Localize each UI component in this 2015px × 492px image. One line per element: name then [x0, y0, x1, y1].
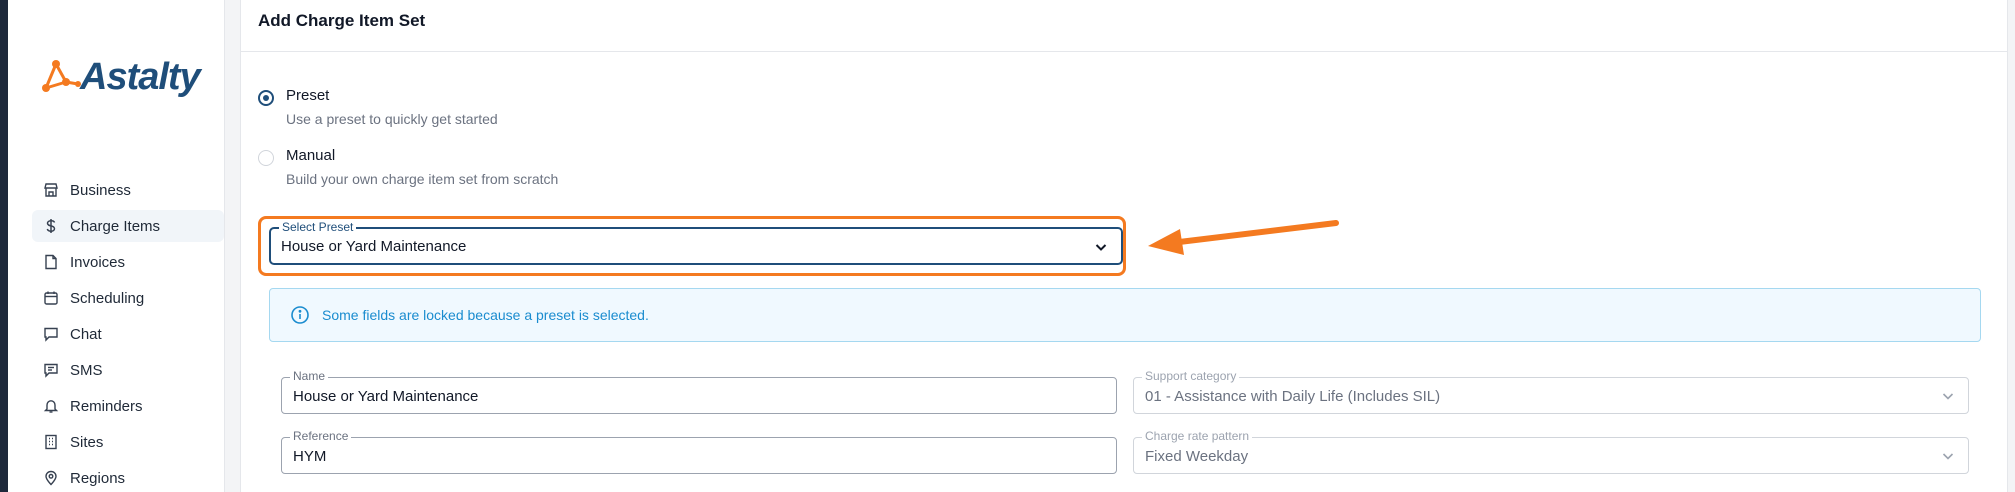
- sidebar-item-label: Chat: [70, 325, 102, 343]
- building-icon: [42, 433, 60, 451]
- sidebar-item-label: Business: [70, 181, 131, 199]
- sidebar-item-regions[interactable]: Regions: [32, 462, 224, 492]
- preset-radio-description: Use a preset to quickly get started: [286, 111, 498, 127]
- file-icon: [42, 253, 60, 271]
- option-preset[interactable]: Preset Use a preset to quickly get start…: [258, 87, 498, 127]
- support-category-value: 01 - Assistance with Daily Life (Include…: [1145, 388, 1441, 405]
- annotation-arrow-icon: [1148, 220, 1339, 255]
- sidebar-item-sites[interactable]: Sites: [32, 426, 224, 458]
- name-field[interactable]: Name House or Yard Maintenance: [281, 369, 1117, 414]
- preset-radio[interactable]: [258, 90, 274, 106]
- store-icon: [42, 181, 60, 199]
- logo-text: Astalty: [80, 56, 201, 98]
- manual-radio-label: Manual: [286, 147, 336, 164]
- message-text-icon: [42, 361, 60, 379]
- sidebar-item-sms[interactable]: SMS: [32, 354, 224, 386]
- main-panel: Add Charge Item Set Preset Use a preset …: [240, 0, 2008, 492]
- info-alert-text: Some fields are locked because a preset …: [322, 307, 649, 323]
- select-preset-value: House or Yard Maintenance: [281, 238, 467, 255]
- chat-icon: [42, 325, 60, 343]
- sidebar-item-label: Charge Items: [70, 217, 161, 235]
- page-title: Add Charge Item Set: [258, 11, 426, 30]
- support-category-select: Support category 01 - Assistance with Da…: [1133, 369, 1969, 414]
- option-manual[interactable]: Manual Build your own charge item set fr…: [258, 147, 558, 187]
- chevron-down-icon: [1942, 393, 1954, 400]
- sidebar-item-chat[interactable]: Chat: [32, 318, 224, 350]
- sidebar-item-scheduling[interactable]: Scheduling: [32, 282, 224, 314]
- support-category-label: Support category: [1142, 369, 1240, 383]
- sidebar-item-invoices[interactable]: Invoices: [32, 246, 224, 278]
- name-field-label: Name: [290, 369, 329, 383]
- charge-rate-pattern-label: Charge rate pattern: [1142, 429, 1253, 443]
- sidebar-item-label: Sites: [70, 433, 104, 451]
- reference-field-label: Reference: [290, 429, 352, 443]
- page-header: Add Charge Item Set: [241, 0, 2007, 52]
- chevron-down-icon: [1942, 453, 1954, 460]
- reference-field[interactable]: Reference HYM: [281, 429, 1117, 474]
- sidebar-nav: Business Charge Items Invoices Schedulin…: [32, 174, 224, 492]
- dollar-icon: [42, 217, 60, 235]
- window-edge: [0, 0, 8, 492]
- chevron-down-icon[interactable]: [1093, 239, 1109, 255]
- select-preset-label: Select Preset: [279, 220, 357, 234]
- manual-radio-description: Build your own charge item set from scra…: [286, 171, 559, 187]
- charge-rate-pattern-value: Fixed Weekday: [1145, 448, 1249, 465]
- app-logo[interactable]: Astalty: [38, 52, 218, 102]
- info-icon: [291, 306, 309, 324]
- logo-mark-icon: [42, 60, 81, 92]
- sidebar-item-charge-items[interactable]: Charge Items: [32, 210, 224, 242]
- reference-field-value: HYM: [293, 448, 327, 465]
- sidebar-item-business[interactable]: Business: [32, 174, 224, 206]
- sidebar-item-reminders[interactable]: Reminders: [32, 390, 224, 422]
- sidebar-item-label: Scheduling: [70, 289, 145, 307]
- manual-radio[interactable]: [258, 150, 274, 166]
- sidebar-item-label: Reminders: [70, 397, 143, 415]
- sidebar: Astalty Business Charge Items Invoices S…: [8, 0, 225, 492]
- preset-radio-label: Preset: [286, 87, 330, 104]
- sidebar-item-label: Regions: [70, 469, 126, 487]
- sidebar-item-label: Invoices: [70, 253, 126, 271]
- sidebar-item-label: SMS: [70, 361, 103, 379]
- select-preset-dropdown[interactable]: Select Preset House or Yard Maintenance: [269, 220, 1123, 265]
- name-field-value: House or Yard Maintenance: [293, 388, 479, 405]
- charge-rate-pattern-select: Charge rate pattern Fixed Weekday: [1133, 429, 1969, 474]
- map-pin-icon: [42, 469, 60, 487]
- calendar-icon: [42, 289, 60, 307]
- info-alert: Some fields are locked because a preset …: [269, 288, 1981, 342]
- bell-icon: [42, 397, 60, 415]
